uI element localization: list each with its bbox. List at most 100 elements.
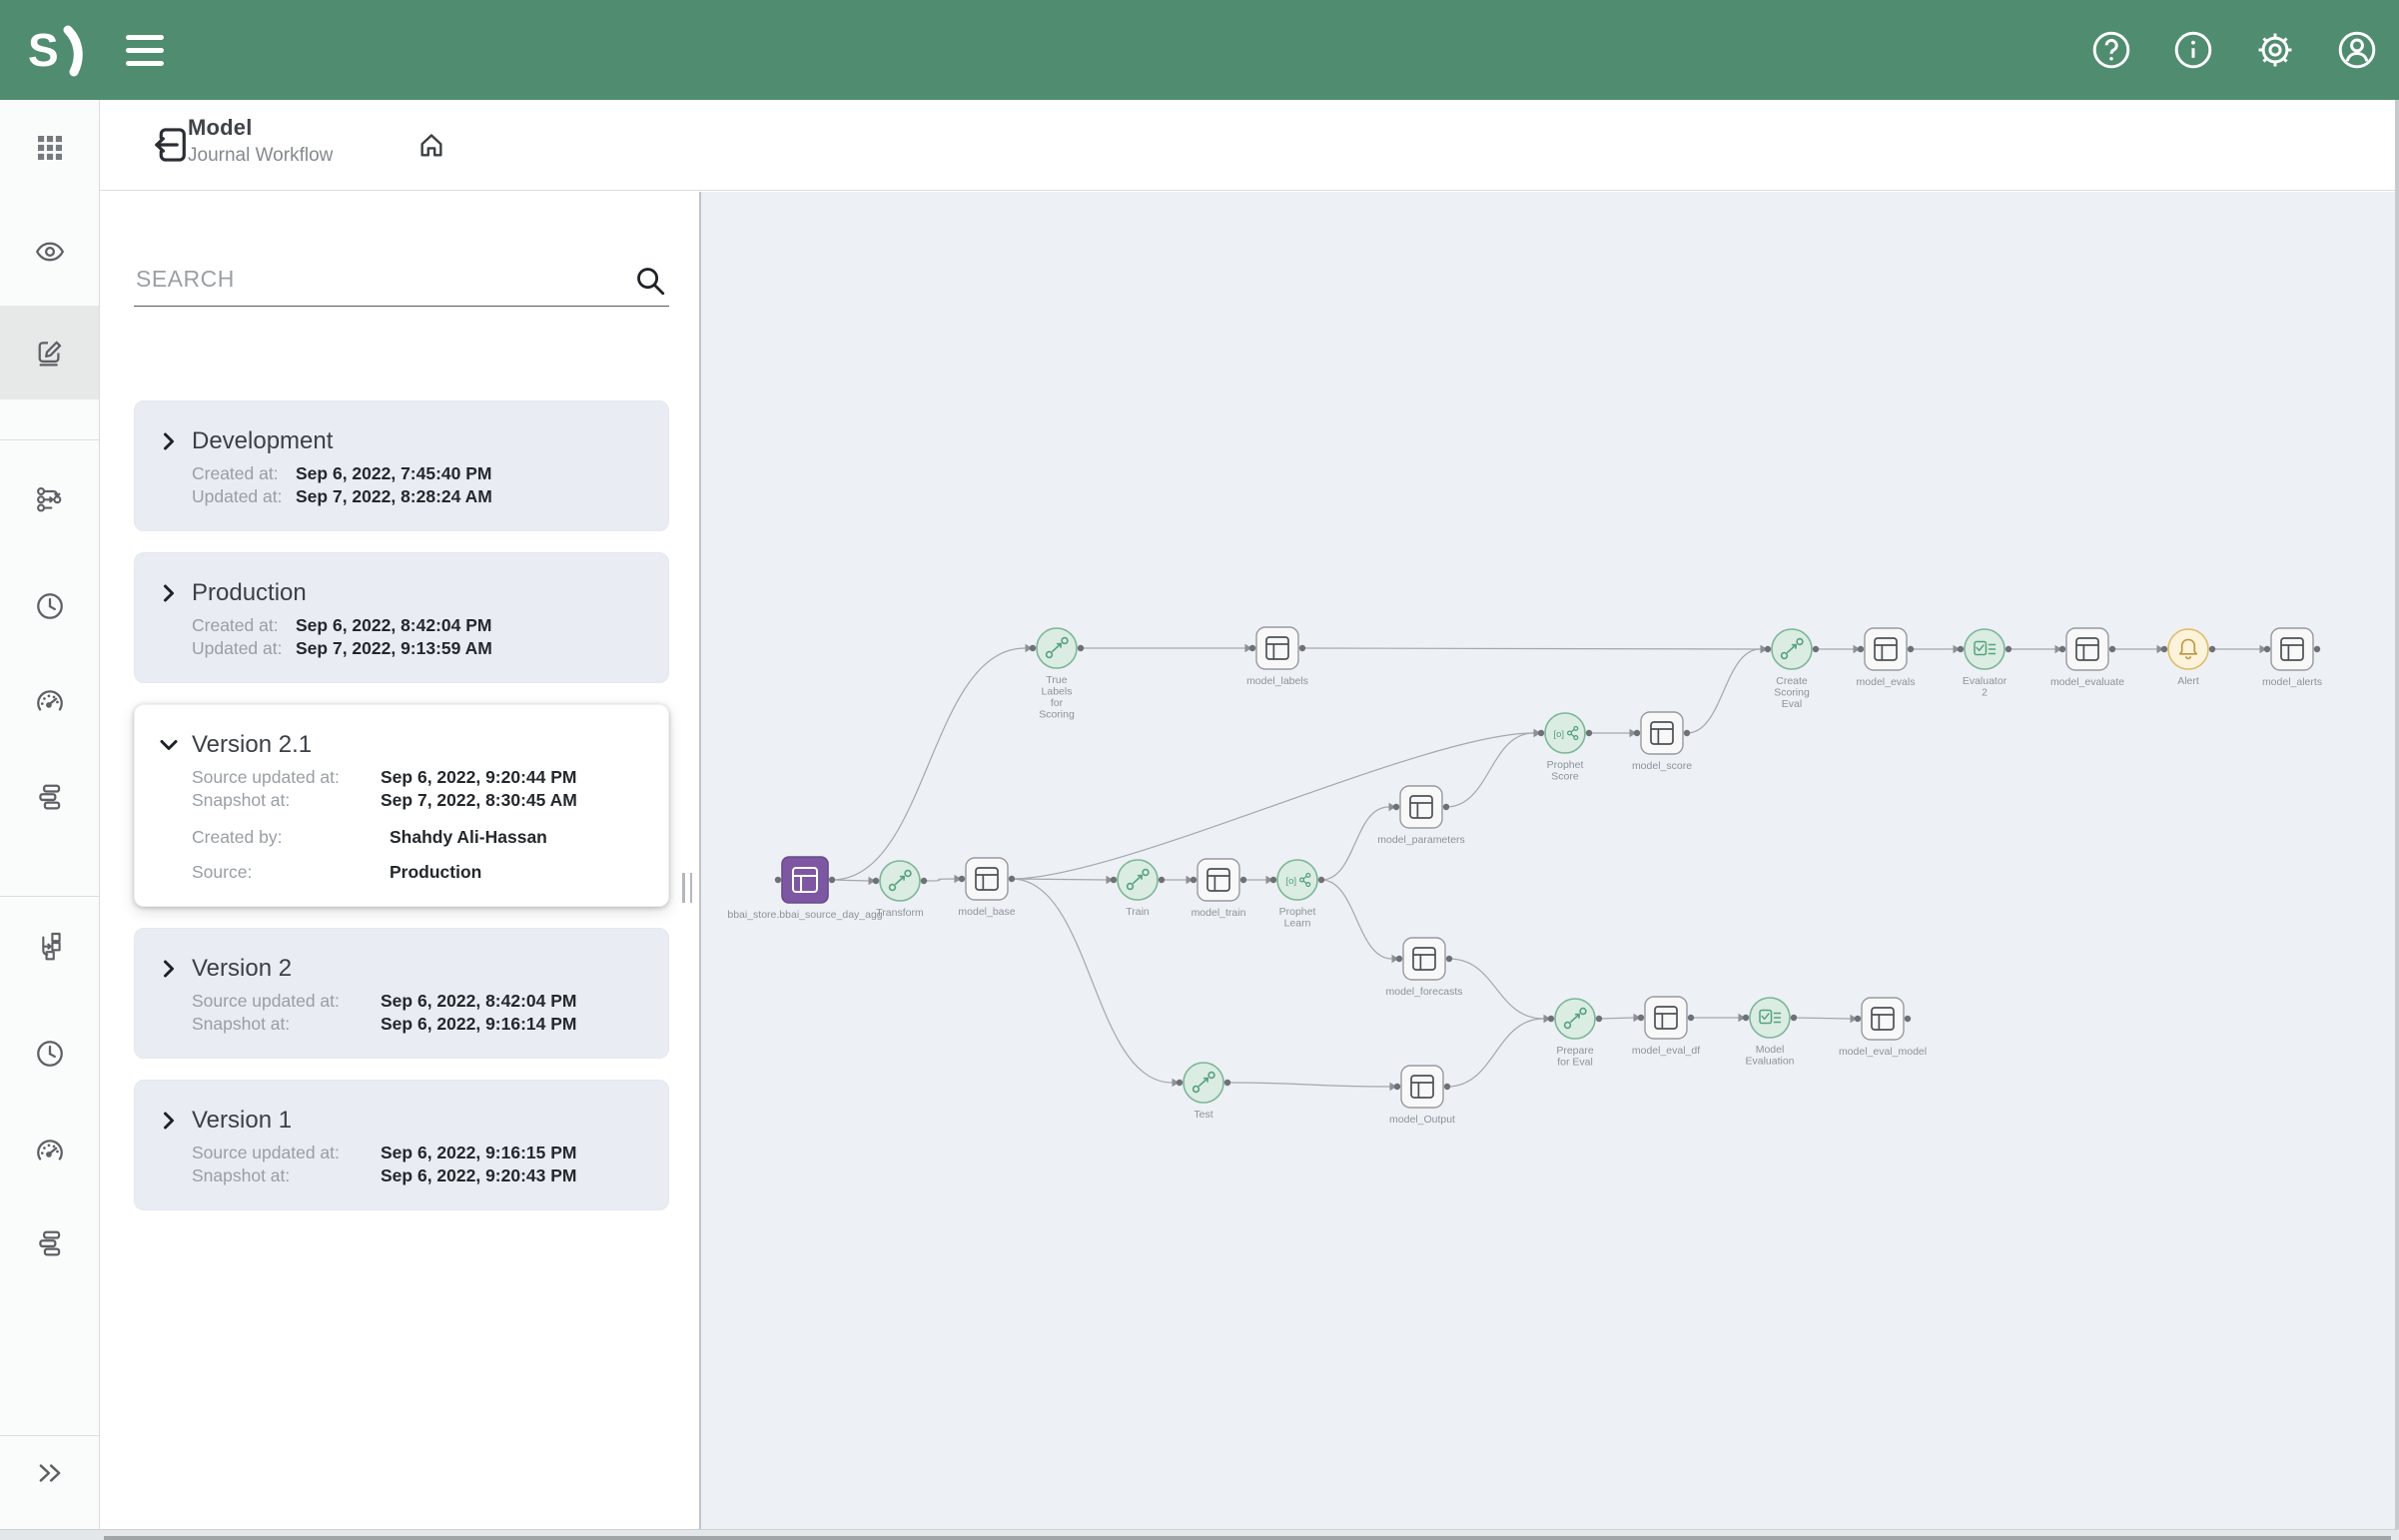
chevron-right-icon[interactable]: [157, 581, 181, 605]
version-card-list: Development Created at:Sep 6, 2022, 7:45…: [134, 400, 669, 1231]
gauge-icon[interactable]: [0, 672, 99, 732]
version-card-production[interactable]: Production Created at:Sep 6, 2022, 8:42:…: [134, 552, 669, 683]
dag-node-label: model_base: [958, 906, 1015, 918]
dag-node-model_forecasts[interactable]: model_forecasts: [1385, 938, 1462, 998]
horizontal-scrollbar-thumb[interactable]: [104, 1536, 2391, 1540]
history-icon[interactable]: [0, 1024, 99, 1084]
queue-icon[interactable]: [0, 1213, 99, 1273]
flow-schema-icon[interactable]: [0, 916, 99, 976]
dag-node-label: model_score: [1632, 760, 1692, 772]
dag-node-label: Preparefor Eval: [1556, 1045, 1594, 1069]
apps-grid-icon[interactable]: [0, 118, 99, 178]
info-icon[interactable]: [2172, 29, 2214, 71]
dag-node-label: model_forecasts: [1385, 986, 1462, 998]
workflow-canvas[interactable]: bbai_store.bbai_source_day_aggTransform m…: [701, 192, 2399, 1540]
dag-node-src[interactable]: bbai_store.bbai_source_day_agg: [727, 857, 882, 921]
chevron-right-icon[interactable]: [157, 1109, 181, 1133]
dag-node-label: Alert: [2177, 675, 2199, 687]
queue-icon[interactable]: [0, 767, 99, 827]
dag-node-model_alerts[interactable]: model_alerts: [2262, 628, 2322, 688]
dag-node-label: model_Output: [1389, 1114, 1455, 1126]
home-icon[interactable]: [415, 128, 447, 160]
page-subheader: Model Journal Workflow: [100, 100, 2399, 191]
account-icon[interactable]: [2336, 29, 2378, 71]
chevron-right-icon[interactable]: [157, 429, 181, 453]
row-label: Source updated at:: [192, 990, 381, 1013]
row-label: Created at:: [192, 614, 296, 637]
workflow-dag[interactable]: bbai_store.bbai_source_day_aggTransform m…: [701, 192, 2399, 1540]
chevron-right-icon[interactable]: [157, 957, 181, 981]
row-label: Snapshot at:: [192, 1164, 381, 1187]
horizontal-scrollbar[interactable]: [0, 1529, 2399, 1540]
menu-hamburger-icon[interactable]: [126, 28, 172, 72]
dag-node-transform[interactable]: Transform: [873, 861, 927, 919]
svg-text:[o]: [o]: [1554, 728, 1565, 739]
dag-node-alert[interactable]: Alert: [2161, 629, 2215, 687]
dag-node-model_evals[interactable]: model_evals: [1857, 628, 1916, 688]
dag-node-label: Test: [1194, 1109, 1212, 1121]
logo-letter: S: [28, 24, 59, 76]
version-card-version-2[interactable]: Version 2 Source updated at:Sep 6, 2022,…: [134, 928, 669, 1059]
search-icon[interactable]: [633, 264, 667, 298]
dag-node-model_evaluation[interactable]: ModelEvaluation: [1743, 998, 1797, 1068]
dag-nodes: bbai_store.bbai_source_day_aggTransform m…: [727, 627, 2322, 1126]
vertical-scrollbar[interactable]: [2395, 100, 2399, 1530]
row-label: Updated at:: [192, 485, 296, 508]
dag-node-evaluator_2[interactable]: Evaluator2: [1958, 629, 2011, 699]
dag-node-label: bbai_store.bbai_source_day_agg: [727, 909, 882, 921]
dag-node-model_labels[interactable]: model_labels: [1246, 627, 1308, 687]
dag-node-prophet_score[interactable]: [o]ProphetScore: [1538, 713, 1592, 783]
dag-node-model_output[interactable]: model_Output: [1389, 1066, 1455, 1126]
row-label: Source:: [192, 861, 381, 884]
versions-panel: Development Created at:Sep 6, 2022, 7:45…: [100, 192, 701, 1540]
page-title: Model: [188, 115, 333, 141]
journal-edit-icon[interactable]: [0, 306, 99, 399]
expand-double-chevron-icon[interactable]: [0, 1443, 99, 1503]
dag-node-model_base[interactable]: model_base: [958, 858, 1015, 918]
dag-node-model_score[interactable]: model_score: [1632, 712, 1692, 772]
row-label: Snapshot at:: [192, 789, 381, 812]
dag-node-label: model_train: [1192, 907, 1246, 919]
dag-node-label: ModelEvaluation: [1745, 1044, 1794, 1068]
settings-icon[interactable]: [2254, 29, 2296, 71]
dag-node-model_parameters[interactable]: model_parameters: [1377, 786, 1465, 846]
chevron-down-icon[interactable]: [157, 733, 181, 757]
version-card-version-2-1[interactable]: Version 2.1 Source updated at:Sep 6, 202…: [134, 704, 669, 907]
left-icon-rail: [0, 100, 100, 1540]
dag-node-label: Train: [1126, 906, 1150, 918]
version-card-development[interactable]: Development Created at:Sep 6, 2022, 7:45…: [134, 400, 669, 531]
pipeline-icon[interactable]: [0, 469, 99, 529]
dag-node-model_eval_df[interactable]: model_eval_df: [1632, 997, 1700, 1057]
row-value: Sep 6, 2022, 9:20:44 PM: [381, 766, 577, 789]
card-title: Version 2.1: [192, 731, 312, 759]
visibility-icon[interactable]: [0, 222, 99, 282]
dag-node-label: model_eval_df: [1632, 1045, 1700, 1057]
dag-node-true_labels[interactable]: TrueLabelsforScoring: [1030, 628, 1084, 721]
page-subtitle: Journal Workflow: [188, 145, 333, 167]
search-field: [134, 250, 669, 307]
row-label: Created at:: [192, 462, 296, 485]
row-value: Sep 6, 2022, 8:42:04 PM: [296, 614, 492, 637]
help-icon[interactable]: [2090, 29, 2132, 71]
app-logo-icon: S: [28, 22, 88, 78]
row-value: Sep 7, 2022, 8:28:24 AM: [296, 485, 492, 508]
dag-node-train[interactable]: Train: [1111, 860, 1165, 918]
dag-node-model_train[interactable]: model_train: [1191, 859, 1246, 919]
dag-node-prophet_learn[interactable]: [o]ProphetLearn: [1270, 860, 1324, 930]
gauge-icon[interactable]: [0, 1122, 99, 1181]
card-title: Version 2: [192, 955, 292, 983]
dag-node-test[interactable]: Test: [1177, 1063, 1230, 1121]
search-input[interactable]: [134, 250, 669, 307]
dag-node-create_scoring_eval[interactable]: CreateScoringEval: [1765, 629, 1819, 710]
dag-node-label: model_evaluate: [2050, 676, 2124, 688]
dag-node-model_evaluate[interactable]: model_evaluate: [2050, 628, 2124, 688]
dag-node-model_eval_model[interactable]: model_eval_model: [1839, 998, 1927, 1058]
version-card-version-1[interactable]: Version 1 Source updated at:Sep 6, 2022,…: [134, 1080, 669, 1210]
dag-node-prepare_for_eval[interactable]: Preparefor Eval: [1548, 999, 1602, 1069]
row-value: Sep 6, 2022, 8:42:04 PM: [381, 990, 577, 1013]
row-label: Source updated at:: [192, 766, 381, 789]
panel-resize-handle[interactable]: [682, 873, 692, 903]
svg-text:[o]: [o]: [1286, 875, 1297, 886]
history-icon[interactable]: [0, 576, 99, 636]
row-value: Shahdy Ali-Hassan: [390, 826, 547, 849]
